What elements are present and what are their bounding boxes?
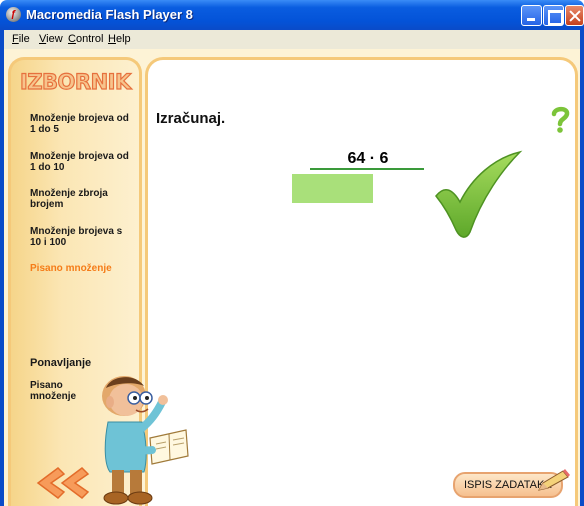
- problem-underline: [310, 168, 424, 170]
- sidebar-item-10-100[interactable]: Množenje brojeva s 10 i 100: [30, 226, 130, 248]
- back-arrows-icon[interactable]: [24, 466, 94, 500]
- multiplication-problem: 64 · 6: [347, 150, 389, 167]
- minimize-button[interactable]: [521, 5, 542, 26]
- window-frame-right: [580, 49, 584, 506]
- task-heading: Izračunaj.: [156, 110, 226, 127]
- checkmark-icon: [435, 150, 523, 238]
- sidebar-item-zbroj[interactable]: Množenje zbroja brojem: [30, 188, 130, 210]
- flash-app-icon: ƒ: [6, 7, 21, 22]
- pencil-icon: [538, 469, 570, 491]
- cartoon-boy-illustration: [102, 376, 189, 505]
- review-heading: Ponavljanje: [30, 357, 92, 369]
- maximize-button[interactable]: [543, 5, 564, 26]
- sidebar-item-pisano[interactable]: Pisano množenje: [30, 263, 130, 274]
- title-bar: ƒ Macromedia Flash Player 8: [0, 0, 584, 30]
- window-title: Macromedia Flash Player 8: [26, 7, 193, 22]
- answer-input[interactable]: [292, 174, 373, 203]
- sidebar-title: IZBORNIK: [19, 69, 131, 94]
- close-button[interactable]: [565, 5, 584, 26]
- menu-bar: File View Control Help: [0, 30, 584, 49]
- menu-control[interactable]: Control: [68, 33, 103, 45]
- sidebar-item-1-5[interactable]: Množenje brojeva od 1 do 5: [30, 113, 130, 135]
- sidebar-item-1-10[interactable]: Množenje brojeva od 1 do 10: [30, 151, 130, 173]
- menu-view[interactable]: View: [39, 33, 63, 45]
- menu-help[interactable]: Help: [108, 33, 131, 45]
- review-item-pisano[interactable]: Pisano množenje: [30, 380, 84, 402]
- menu-file[interactable]: File: [12, 33, 30, 45]
- help-icon[interactable]: [549, 106, 571, 134]
